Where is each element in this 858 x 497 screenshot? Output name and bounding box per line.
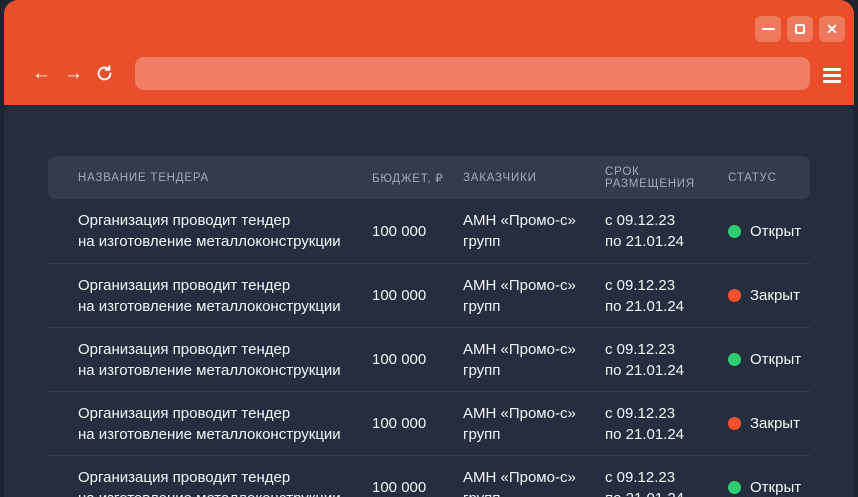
menu-button[interactable] xyxy=(819,64,845,87)
table-row[interactable]: Организация проводит тендер на изготовле… xyxy=(48,455,810,497)
window-controls: ✕ xyxy=(755,16,845,42)
refresh-button[interactable] xyxy=(95,64,114,83)
status-label: Открыт xyxy=(750,477,801,497)
table-header-row: НАЗВАНИЕ ТЕНДЕРА БЮДЖЕТ, ₽ ЗАКАЗЧИКИ СРО… xyxy=(48,156,810,199)
status-dot xyxy=(728,481,741,494)
navigation-bar: ← → xyxy=(4,57,854,90)
status-dot xyxy=(728,225,741,238)
back-icon: ← xyxy=(32,64,51,83)
table-row[interactable]: Организация проводит тендер на изготовле… xyxy=(48,391,810,455)
status-dot xyxy=(728,417,741,430)
hamburger-menu-icon xyxy=(823,68,841,71)
close-icon: ✕ xyxy=(826,22,838,36)
browser-chrome: ✕ ← → xyxy=(4,0,854,105)
forward-icon: → xyxy=(64,64,83,83)
maximize-icon xyxy=(795,24,805,34)
app-window: ✕ ← → xyxy=(0,0,858,497)
minimize-button[interactable] xyxy=(755,16,781,42)
tender-period: с 09.12.23 по 21.01.24 xyxy=(605,403,728,445)
status-label: Закрыт xyxy=(750,285,800,306)
tender-period: с 09.12.23 по 21.01.24 xyxy=(605,339,728,381)
status-dot xyxy=(728,289,741,302)
tender-customer: АМН «Промо-с» групп xyxy=(463,275,605,317)
address-bar-input[interactable] xyxy=(135,57,810,90)
column-header-status: СТАТУС xyxy=(728,172,810,184)
content-panel: НАЗВАНИЕ ТЕНДЕРА БЮДЖЕТ, ₽ ЗАКАЗЧИКИ СРО… xyxy=(4,105,854,497)
minimize-icon xyxy=(762,28,775,31)
tender-name: Организация проводит тендер на изготовле… xyxy=(78,339,372,381)
tender-name: Организация проводит тендер на изготовле… xyxy=(78,210,372,252)
tender-period: с 09.12.23 по 21.01.24 xyxy=(605,275,728,317)
tender-customer: АМН «Промо-с» групп xyxy=(463,339,605,381)
forward-button[interactable]: → xyxy=(64,64,83,83)
table-row[interactable]: Организация проводит тендер на изготовле… xyxy=(48,327,810,391)
tender-status: Открыт xyxy=(728,349,811,370)
column-header-customers: ЗАКАЗЧИКИ xyxy=(463,172,605,184)
tender-budget: 100 000 xyxy=(372,413,463,434)
status-dot xyxy=(728,353,741,366)
close-button[interactable]: ✕ xyxy=(819,16,845,42)
tender-customer: АМН «Промо-с» групп xyxy=(463,403,605,445)
tenders-table: НАЗВАНИЕ ТЕНДЕРА БЮДЖЕТ, ₽ ЗАКАЗЧИКИ СРО… xyxy=(48,156,810,497)
tender-customer: АМН «Промо-с» групп xyxy=(463,210,605,252)
status-label: Открыт xyxy=(750,349,801,370)
tender-budget: 100 000 xyxy=(372,477,463,497)
tender-period: с 09.12.23 по 21.01.24 xyxy=(605,210,728,252)
column-header-budget: БЮДЖЕТ, ₽ xyxy=(372,171,463,185)
table-row[interactable]: Организация проводит тендер на изготовле… xyxy=(48,199,810,263)
tender-status: Открыт xyxy=(728,477,811,497)
status-label: Закрыт xyxy=(750,413,800,434)
tender-name: Организация проводит тендер на изготовле… xyxy=(78,467,372,497)
column-header-period: СРОК РАЗМЕЩЕНИЯ xyxy=(605,166,728,190)
status-label: Открыт xyxy=(750,221,801,242)
tender-budget: 100 000 xyxy=(372,285,463,306)
back-button[interactable]: ← xyxy=(32,64,51,83)
maximize-button[interactable] xyxy=(787,16,813,42)
tender-status: Закрыт xyxy=(728,413,810,434)
tender-name: Организация проводит тендер на изготовле… xyxy=(78,275,372,317)
tender-customer: АМН «Промо-с» групп xyxy=(463,467,605,497)
refresh-icon xyxy=(95,64,114,83)
tender-name: Организация проводит тендер на изготовле… xyxy=(78,403,372,445)
tender-status: Открыт xyxy=(728,221,811,242)
tender-status: Закрыт xyxy=(728,285,810,306)
tender-budget: 100 000 xyxy=(372,221,463,242)
column-header-tender-name: НАЗВАНИЕ ТЕНДЕРА xyxy=(78,172,372,184)
tender-budget: 100 000 xyxy=(372,349,463,370)
table-row[interactable]: Организация проводит тендер на изготовле… xyxy=(48,263,810,327)
tender-period: с 09.12.23 по 21.01.24 xyxy=(605,467,728,497)
